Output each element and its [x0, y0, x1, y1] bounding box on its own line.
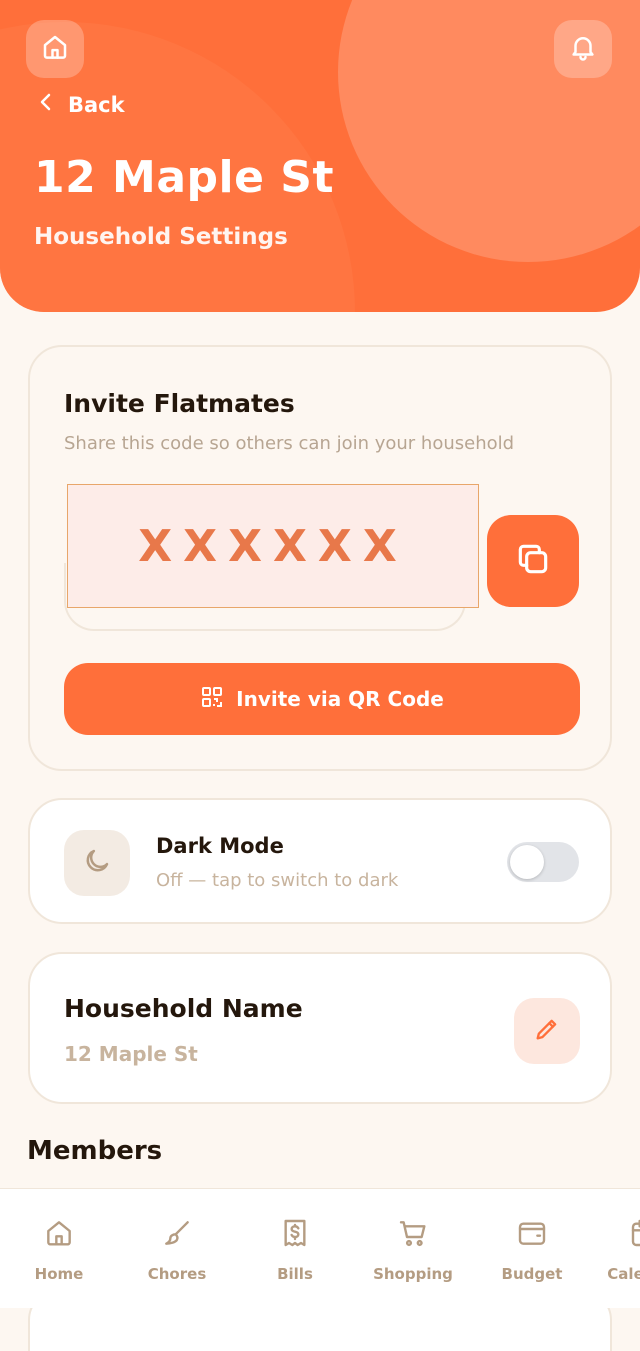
nav-budget[interactable]: Budget [477, 1217, 587, 1283]
page-title: 12 Maple St [34, 152, 334, 203]
nav-calendar[interactable]: Calendar [590, 1217, 640, 1283]
household-name-card: Household Name 12 Maple St [28, 952, 612, 1104]
nav-shopping[interactable]: Shopping [358, 1217, 468, 1283]
header: Back 12 Maple St Household Settings [0, 0, 640, 312]
bottom-nav: Home Chores Bills Shopping Budget Cal [0, 1188, 640, 1308]
calendar-icon [629, 1217, 640, 1253]
nav-bills[interactable]: Bills [240, 1217, 350, 1283]
home-icon [40, 32, 70, 66]
invite-code[interactable]: XXXXXX [67, 484, 479, 608]
nav-label: Budget [501, 1265, 563, 1283]
dark-mode-toggle[interactable] [507, 842, 579, 882]
back-label: Back [68, 92, 125, 117]
qr-code-icon [200, 685, 236, 714]
pencil-icon [533, 1015, 561, 1047]
wallet-icon [516, 1217, 548, 1253]
home-button[interactable] [26, 20, 84, 78]
notifications-button[interactable] [554, 20, 612, 78]
nav-label: Calendar [607, 1265, 640, 1283]
dark-mode-card: Dark Mode Off — tap to switch to dark [28, 798, 612, 924]
nav-chores[interactable]: Chores [122, 1217, 232, 1283]
household-name-value: 12 Maple St [64, 1042, 198, 1066]
invite-title: Invite Flatmates [64, 389, 295, 418]
home-icon [43, 1217, 75, 1253]
nav-label: Shopping [373, 1265, 453, 1283]
brush-icon [161, 1217, 193, 1253]
invite-qr-label: Invite via QR Code [236, 687, 444, 711]
dark-mode-title: Dark Mode [156, 834, 284, 858]
moon-icon [82, 846, 112, 880]
nav-label: Chores [147, 1265, 207, 1283]
dark-mode-status: Off — tap to switch to dark [156, 870, 399, 891]
back-link[interactable]: Back [38, 92, 125, 117]
bell-icon [568, 32, 598, 66]
invite-card: Invite Flatmates Share this code so othe… [28, 345, 612, 771]
edit-household-name-button[interactable] [514, 998, 580, 1064]
toggle-knob [510, 845, 544, 879]
cart-icon [397, 1217, 429, 1253]
chevron-left-icon [38, 92, 68, 117]
nav-home[interactable]: Home [4, 1217, 114, 1283]
invite-qr-button[interactable]: Invite via QR Code [64, 663, 580, 735]
copy-icon [514, 540, 552, 582]
copy-code-button[interactable] [487, 515, 579, 607]
nav-label: Home [34, 1265, 84, 1283]
members-title: Members [27, 1136, 163, 1166]
invite-subtitle: Share this code so others can join your … [64, 433, 515, 454]
page-subtitle: Household Settings [34, 224, 288, 250]
household-name-title: Household Name [64, 994, 303, 1023]
receipt-icon [279, 1217, 311, 1253]
nav-label: Bills [277, 1265, 313, 1283]
moon-icon-tile [64, 830, 130, 896]
